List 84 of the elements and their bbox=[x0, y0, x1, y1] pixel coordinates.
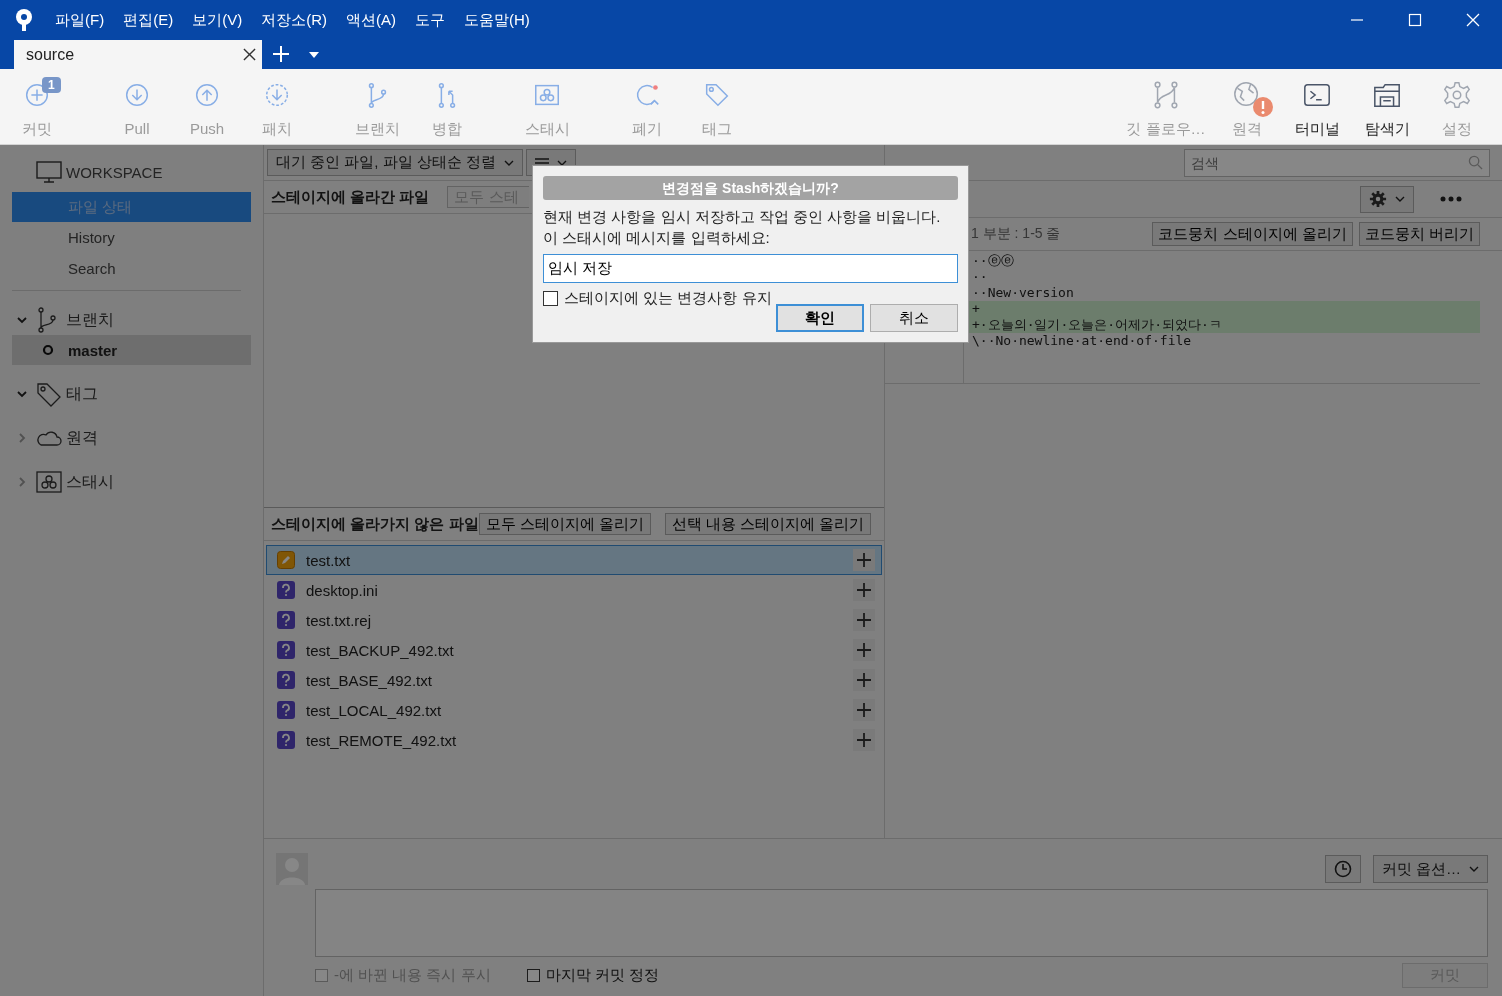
sort-dropdown[interactable]: 대기 중인 파일, 파일 상태순 정렬 bbox=[267, 149, 523, 176]
diff-line: ·· bbox=[971, 269, 989, 285]
file-row[interactable]: test_BASE_492.txt bbox=[266, 665, 882, 695]
question-icon bbox=[277, 641, 295, 659]
file-row[interactable]: test_REMOTE_492.txt bbox=[266, 725, 882, 755]
caret-icon bbox=[557, 159, 567, 166]
section-title[interactable]: 브랜치 bbox=[66, 309, 114, 331]
question-icon bbox=[277, 611, 295, 629]
dialog-message: 현재 변경 사항을 임시 저장하고 작업 중인 사항을 비웁니다. bbox=[543, 207, 942, 227]
menu-item[interactable]: 저장소(R) bbox=[261, 10, 327, 30]
plus-icon[interactable] bbox=[272, 45, 290, 63]
caret-icon bbox=[1395, 196, 1405, 202]
panel-title: 스테이지에 올라간 파일 bbox=[271, 187, 430, 207]
plus-icon[interactable] bbox=[853, 639, 875, 661]
section-title[interactable]: 태그 bbox=[66, 383, 98, 405]
menu-item[interactable]: 편집(E) bbox=[123, 10, 174, 30]
current-branch-icon bbox=[42, 344, 54, 356]
commit-message-field[interactable] bbox=[315, 889, 1488, 957]
plus-icon[interactable] bbox=[853, 609, 875, 631]
repo-tab[interactable]: source bbox=[14, 40, 262, 69]
caret-icon bbox=[1469, 866, 1479, 872]
menu-item[interactable]: 파일(F) bbox=[55, 10, 105, 30]
menu-item[interactable]: 보기(V) bbox=[192, 10, 243, 30]
gear-icon bbox=[1369, 190, 1387, 208]
dialog-message: 이 스태시에 메시지를 입력하세요: bbox=[543, 228, 771, 248]
toolbar-button[interactable]: 탐색기 bbox=[1352, 69, 1422, 139]
section-title[interactable]: 원격 bbox=[66, 427, 98, 449]
pencil-icon bbox=[277, 551, 295, 569]
menu-item[interactable]: 도구 bbox=[415, 10, 445, 30]
diff-line: \··No·newline·at·end·of·file bbox=[971, 333, 1193, 349]
question-icon bbox=[277, 731, 295, 749]
hunk-header: 1 부분 : 1-5 줄 bbox=[971, 225, 1061, 243]
menu-item[interactable]: 액션(A) bbox=[346, 10, 396, 30]
file-row[interactable]: test.txt.rej bbox=[266, 605, 882, 635]
amend-checkbox[interactable]: 마지막 커밋 정정 bbox=[526, 966, 659, 985]
dialog-button[interactable]: 확인 bbox=[776, 304, 864, 332]
question-icon bbox=[277, 671, 295, 689]
menu-item[interactable]: 도움말(H) bbox=[464, 10, 530, 30]
file-row[interactable]: desktop.ini bbox=[266, 575, 882, 605]
more-icon[interactable] bbox=[1440, 196, 1462, 202]
plus-icon[interactable] bbox=[853, 729, 875, 751]
plus-icon[interactable] bbox=[853, 669, 875, 691]
dialog-button[interactable]: 취소 bbox=[870, 304, 958, 332]
logo-icon bbox=[14, 8, 34, 32]
question-icon bbox=[277, 701, 295, 719]
settings-icon bbox=[1442, 80, 1472, 110]
question-icon bbox=[277, 581, 295, 599]
caret-icon[interactable] bbox=[309, 52, 319, 58]
settings-dropdown[interactable] bbox=[1360, 185, 1414, 213]
search-icon bbox=[1468, 154, 1483, 170]
section-title[interactable]: 스태시 bbox=[66, 471, 114, 493]
file-row[interactable]: test.txt bbox=[266, 545, 882, 575]
clock-icon bbox=[1333, 860, 1352, 878]
branch-item[interactable]: master bbox=[12, 335, 251, 365]
diff-line: ··New·version bbox=[971, 285, 1075, 301]
close-icon[interactable] bbox=[243, 48, 256, 61]
stash-icon bbox=[36, 469, 62, 495]
search-field[interactable]: 검색 bbox=[1184, 148, 1490, 177]
hunk-button[interactable]: 코드뭉치 버리기 bbox=[1358, 222, 1480, 246]
sidebar-item[interactable]: Search bbox=[12, 254, 251, 284]
caret-icon bbox=[504, 159, 514, 166]
panel-title: 스테이지에 올라가지 않은 파일 bbox=[271, 514, 479, 534]
sidebar-item[interactable]: History bbox=[12, 223, 251, 253]
history-button[interactable] bbox=[1324, 855, 1361, 883]
count-badge: 1 bbox=[42, 77, 61, 93]
file-row[interactable]: test_BACKUP_492.txt bbox=[266, 635, 882, 665]
chevron-down-icon[interactable] bbox=[16, 388, 28, 400]
hunk-button[interactable]: 코드뭉치 스테이지에 올리기 bbox=[1152, 222, 1353, 246]
diff-line: ··ⓔⓔ bbox=[971, 253, 1015, 269]
stash-message-field[interactable]: 임시 저장 bbox=[543, 254, 958, 283]
file-row[interactable]: test_LOCAL_492.txt bbox=[266, 695, 882, 725]
plus-icon[interactable] bbox=[853, 549, 875, 571]
section-title: WORKSPACE bbox=[66, 163, 163, 181]
chevron-down-icon[interactable] bbox=[16, 314, 28, 326]
flow-icon bbox=[1151, 80, 1181, 110]
stage-button[interactable]: 선택 내용 스테이지에 올리기 bbox=[664, 513, 872, 535]
plus-icon[interactable] bbox=[853, 579, 875, 601]
commit-options-dropdown[interactable]: 커밋 옵션… bbox=[1372, 855, 1488, 883]
tag-icon bbox=[36, 381, 62, 407]
dialog-title: 변경점을 Stash하겠습니까? bbox=[543, 176, 958, 200]
toolbar-button[interactable]: 터미널 bbox=[1282, 69, 1352, 139]
plus-icon[interactable] bbox=[853, 699, 875, 721]
monitor-icon bbox=[36, 161, 62, 183]
stage-button[interactable]: 모두 스테이지에 올리기 bbox=[478, 513, 651, 535]
